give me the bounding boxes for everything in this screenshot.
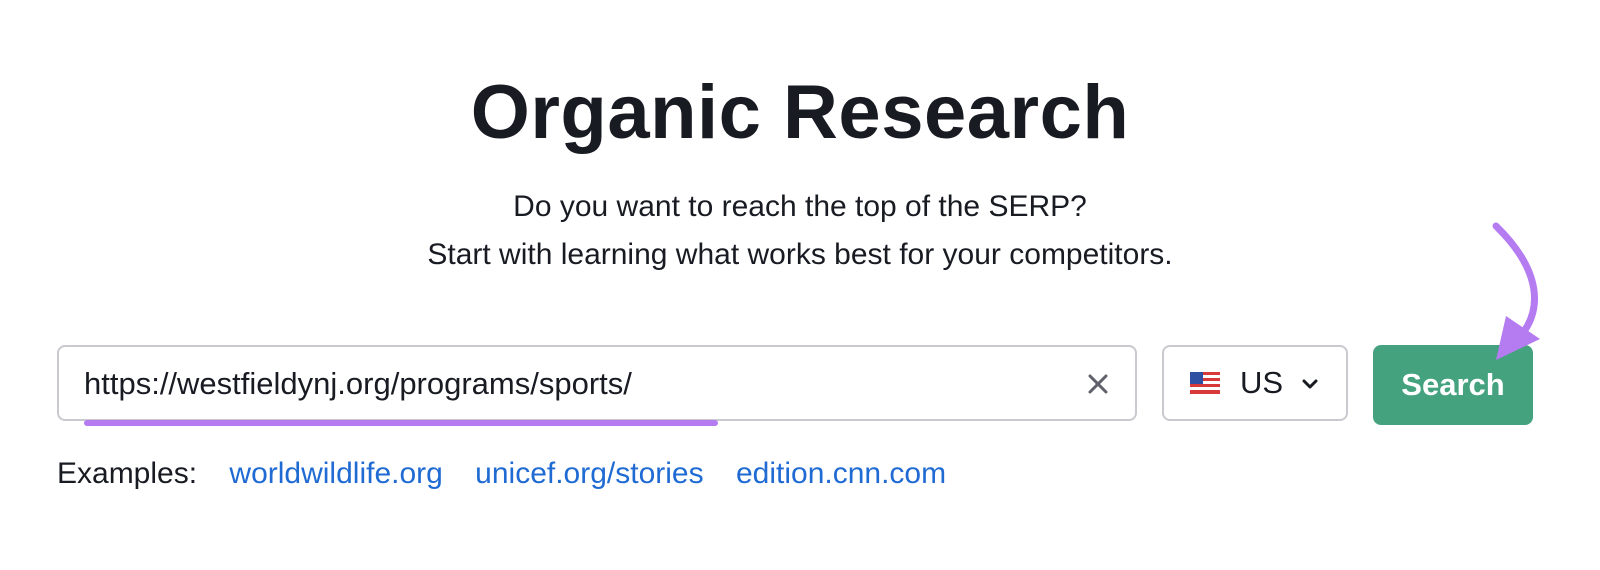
- organic-research-page: Organic Research Do you want to reach th…: [0, 0, 1600, 570]
- chevron-down-icon: [1302, 379, 1318, 389]
- page-title: Organic Research: [470, 70, 1130, 155]
- page-subtitle-line-1: Do you want to reach the top of the SERP…: [513, 190, 1087, 223]
- database-select[interactable]: US: [1162, 345, 1348, 421]
- example-link-cnn[interactable]: edition.cnn.com: [736, 457, 946, 490]
- example-link-unicef[interactable]: unicef.org/stories: [475, 457, 703, 490]
- annotation-arrow-icon: [1492, 222, 1540, 360]
- database-selected-label: US: [1240, 365, 1284, 400]
- search-input-value[interactable]: https://westfieldynj.org/programs/sports…: [84, 366, 632, 402]
- us-flag-icon: [1190, 372, 1220, 394]
- clear-icon[interactable]: [1087, 373, 1109, 395]
- page-subtitle-line-2: Start with learning what works best for …: [427, 238, 1173, 271]
- annotation-underline: [84, 420, 718, 426]
- examples-row: Examples: worldwildlife.org unicef.org/s…: [57, 455, 970, 493]
- examples-label: Examples:: [57, 457, 198, 490]
- domain-search-input[interactable]: https://westfieldynj.org/programs/sports…: [57, 345, 1137, 421]
- example-link-worldwildlife[interactable]: worldwildlife.org: [229, 457, 442, 490]
